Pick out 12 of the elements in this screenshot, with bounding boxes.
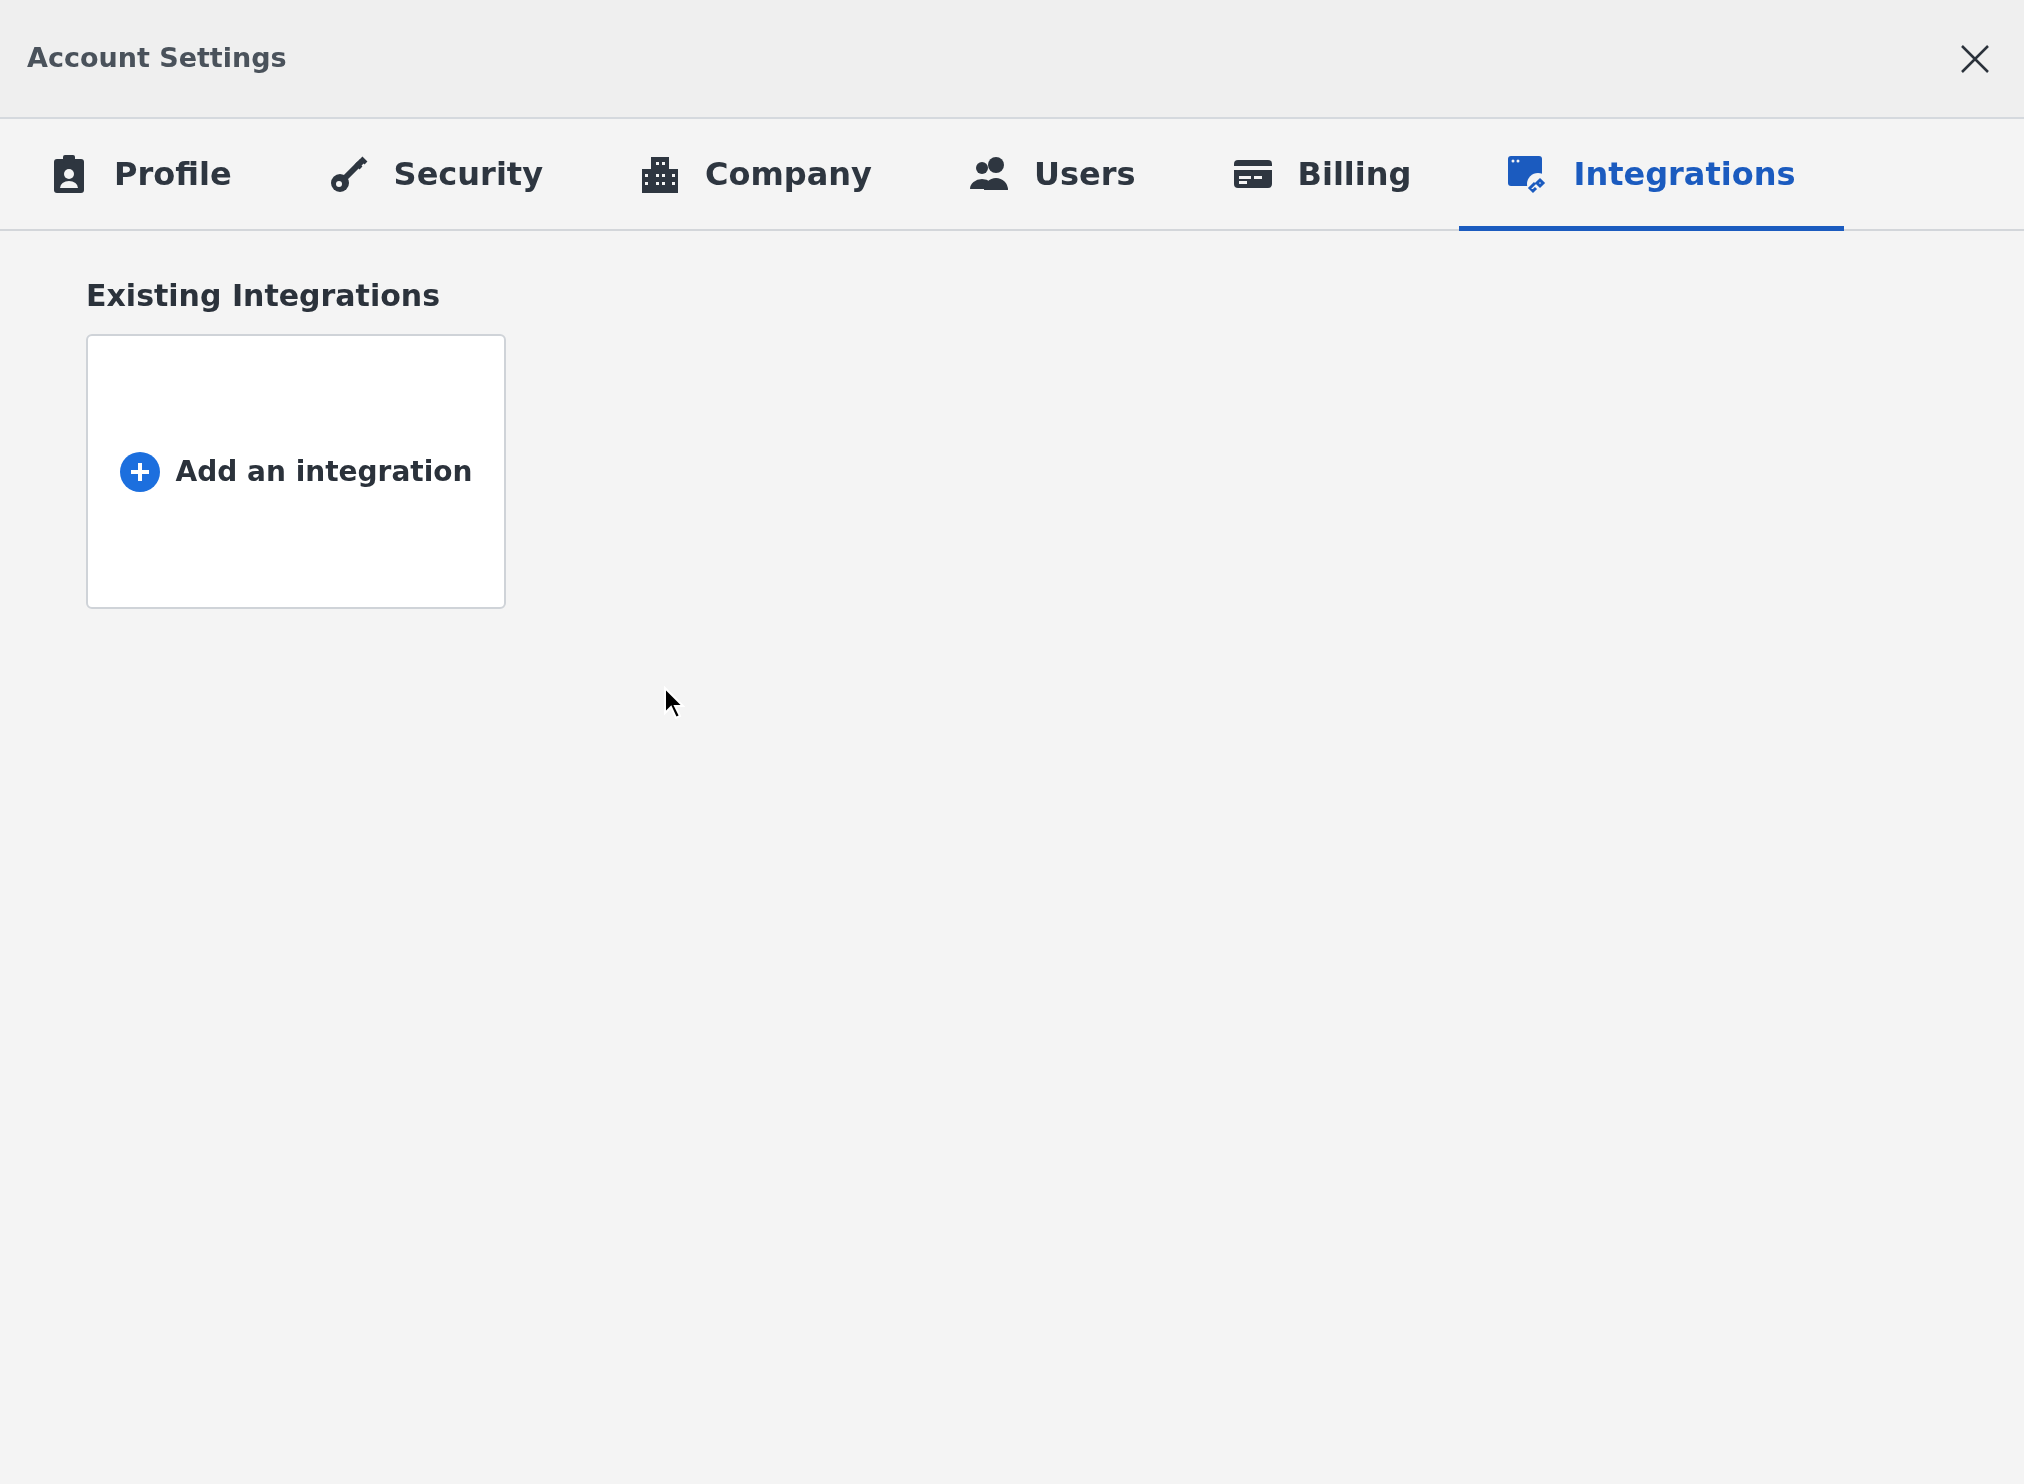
tab[interactable]: Billing: [1183, 121, 1460, 231]
tab[interactable]: Users: [919, 121, 1184, 231]
tab[interactable]: Company: [591, 121, 920, 231]
close-icon: [1959, 42, 1991, 75]
mouse-pointer-icon: [663, 686, 685, 720]
plus-icon: [119, 451, 160, 492]
section-heading: Existing Integrations: [86, 277, 442, 315]
add-integration-card[interactable]: Add an integration: [86, 334, 506, 609]
window-title: Account Settings: [27, 41, 287, 76]
tab[interactable]: Profile: [0, 121, 280, 231]
tab[interactable]: Security: [279, 121, 591, 231]
tab[interactable]: Integrations: [1459, 121, 1844, 231]
